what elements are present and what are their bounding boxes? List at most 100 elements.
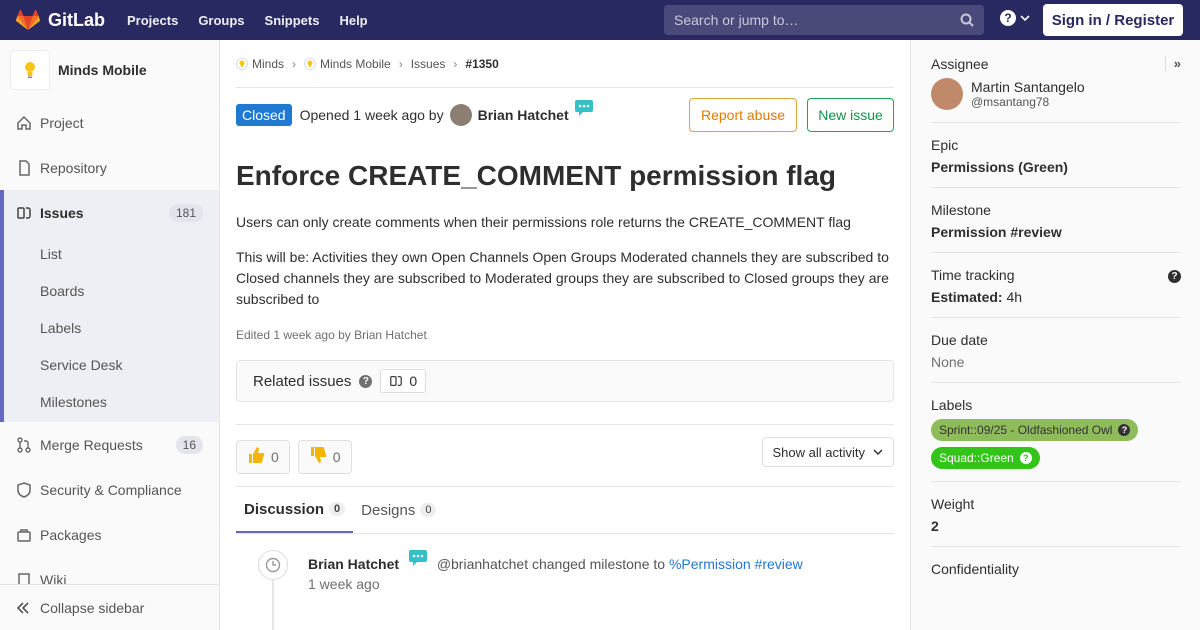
assignee-username: @msantang78 [971, 95, 1050, 109]
tab-designs[interactable]: Designs 0 [353, 487, 444, 533]
question-icon[interactable]: ? [1168, 270, 1181, 283]
label-sprint[interactable]: Sprint::09/25 - Oldfashioned Owl? [931, 419, 1139, 441]
milestone-link[interactable]: %Permission #review [669, 556, 803, 572]
label-text: Squad::Green [939, 451, 1014, 465]
sidebar-item-label: Packages [40, 526, 102, 543]
label-text: Sprint::09/25 - Oldfashioned Owl [939, 423, 1113, 437]
note-author[interactable]: Brian Hatchet [308, 556, 399, 572]
help-dropdown[interactable]: ? [1000, 10, 1030, 26]
question-icon: ? [1019, 452, 1032, 464]
weight-label: Weight [931, 496, 975, 512]
breadcrumb-separator: › [292, 56, 297, 71]
sidebar-item-packages[interactable]: Packages [0, 512, 219, 557]
sidebar-item-security[interactable]: Security & Compliance [0, 467, 219, 512]
milestone-block: Milestone Permission #review [931, 188, 1181, 253]
issues-count-badge: 181 [168, 203, 203, 222]
related-issues-count[interactable]: 0 [380, 369, 427, 393]
estimated-label: Estimated: [931, 289, 1003, 305]
milestone-value[interactable]: Permission #review [931, 224, 1181, 240]
related-issues-label: Related issues [253, 372, 352, 390]
thumbs-down-button[interactable]: 0 [297, 439, 352, 474]
tab-discussion[interactable]: Discussion 0 [236, 487, 354, 533]
epic-value[interactable]: Permissions (Green) [931, 159, 1181, 175]
note-text: @brianhatchet changed milestone to [436, 556, 666, 572]
assignee-block: Assignee » Martin Santangelo @msantang78 [931, 40, 1181, 123]
author-avatar[interactable] [449, 104, 472, 126]
logo-text: GitLab [48, 9, 105, 30]
label-squad[interactable]: Squad::Green? [931, 447, 1040, 469]
chevron-down-icon [1020, 15, 1030, 22]
sidebar-item-repository[interactable]: Repository [0, 145, 219, 190]
estimated-value: 4h [1006, 289, 1023, 305]
breadcrumb-minds-mobile[interactable]: Minds Mobile [304, 57, 391, 71]
note-body: Brian Hatchet @brianhatchet changed mile… [308, 550, 894, 592]
thumbs-down-icon [309, 446, 327, 467]
tab-count: 0 [329, 502, 346, 516]
description-paragraph-1: Users can only create comments when thei… [236, 214, 851, 230]
sidebar-sub-list[interactable]: List [4, 235, 219, 272]
assignee-user[interactable]: Martin Santangelo @msantang78 [931, 78, 1181, 110]
collapse-right-sidebar-icon[interactable]: » [1164, 56, 1181, 71]
search-box[interactable] [664, 5, 984, 35]
tab-count: 0 [420, 503, 437, 517]
sidebar-sub-boards[interactable]: Boards [4, 272, 219, 309]
epic-label: Epic [931, 137, 959, 153]
sign-in-button[interactable]: Sign in / Register [1043, 4, 1183, 36]
issue-description: Users can only create comments when thei… [236, 212, 894, 310]
author-name[interactable]: Brian Hatchet [478, 107, 569, 123]
chat-bubble-icon [408, 550, 427, 566]
left-sidebar: Minds Mobile Project Repository Issues 1… [0, 40, 220, 630]
project-name: Minds Mobile [58, 62, 147, 78]
sidebar-item-issues[interactable]: Issues 181 [4, 190, 219, 235]
sidebar-sub-milestones[interactable]: Milestones [4, 383, 219, 420]
right-sidebar: Assignee » Martin Santangelo @msantang78… [910, 40, 1200, 630]
top-navbar: GitLab Projects Groups Snippets Help ? S… [0, 0, 1200, 40]
nav-groups[interactable]: Groups [198, 13, 244, 28]
new-issue-button[interactable]: New issue [807, 98, 894, 132]
system-note: Brian Hatchet @brianhatchet changed mile… [236, 550, 894, 630]
weight-value: 2 [931, 518, 939, 534]
search-input[interactable] [674, 12, 960, 28]
time-tracking-label: Time tracking [931, 267, 1015, 283]
note-time: 1 week ago [308, 576, 380, 592]
confidentiality-block: Confidentiality [931, 547, 1181, 589]
thumbs-up-button[interactable]: 0 [236, 439, 290, 474]
assignee-avatar [931, 78, 963, 110]
nav-snippets[interactable]: Snippets [265, 13, 320, 28]
project-header[interactable]: Minds Mobile [0, 40, 219, 100]
issue-main: Minds › Minds Mobile › Issues › #1350 Cl… [236, 40, 894, 630]
breadcrumb-issue-id[interactable]: #1350 [465, 57, 498, 71]
report-abuse-button[interactable]: Report abuse [689, 98, 797, 132]
gitlab-logo[interactable]: GitLab [16, 9, 105, 31]
thumbs-up-icon [247, 446, 265, 467]
nav-links: Projects Groups Snippets Help [127, 13, 388, 28]
question-icon[interactable]: ? [359, 374, 373, 388]
description-paragraph-2: This will be: Activities they own Open C… [236, 249, 889, 307]
edited-note: Edited 1 week ago by Brian Hatchet [236, 328, 427, 342]
related-issues-panel: Related issues ? 0 [236, 360, 894, 402]
activity-filter-dropdown[interactable]: Show all activity [761, 437, 894, 467]
chevron-down-icon [873, 449, 883, 456]
sidebar-sub-service-desk[interactable]: Service Desk [4, 346, 219, 383]
activity-filter-label: Show all activity [772, 444, 865, 460]
lightbulb-icon [236, 57, 248, 70]
thumbs-down-count: 0 [332, 448, 341, 465]
sidebar-item-project[interactable]: Project [0, 100, 219, 145]
related-count-value: 0 [409, 373, 418, 389]
nav-projects[interactable]: Projects [127, 13, 178, 28]
nav-help[interactable]: Help [339, 13, 367, 28]
sidebar-item-label: Issues [40, 204, 84, 221]
breadcrumb-minds[interactable]: Minds [236, 57, 284, 71]
issue-header: Closed Opened 1 week ago by Brian Hatche… [236, 88, 894, 142]
breadcrumb-issues[interactable]: Issues [411, 57, 446, 71]
issues-icon [16, 205, 32, 221]
doc-icon [16, 159, 32, 176]
assignee-name: Martin Santangelo [971, 79, 1085, 95]
collapse-sidebar-button[interactable]: Collapse sidebar [0, 584, 219, 630]
sidebar-sub-labels[interactable]: Labels [4, 309, 219, 346]
sidebar-item-label: Merge Requests [40, 436, 143, 453]
sidebar-item-merge-requests[interactable]: Merge Requests 16 [0, 422, 219, 467]
sidebar-item-label: Repository [40, 159, 107, 176]
sidebar-item-label: Project [40, 114, 84, 131]
issues-icon [390, 375, 403, 387]
